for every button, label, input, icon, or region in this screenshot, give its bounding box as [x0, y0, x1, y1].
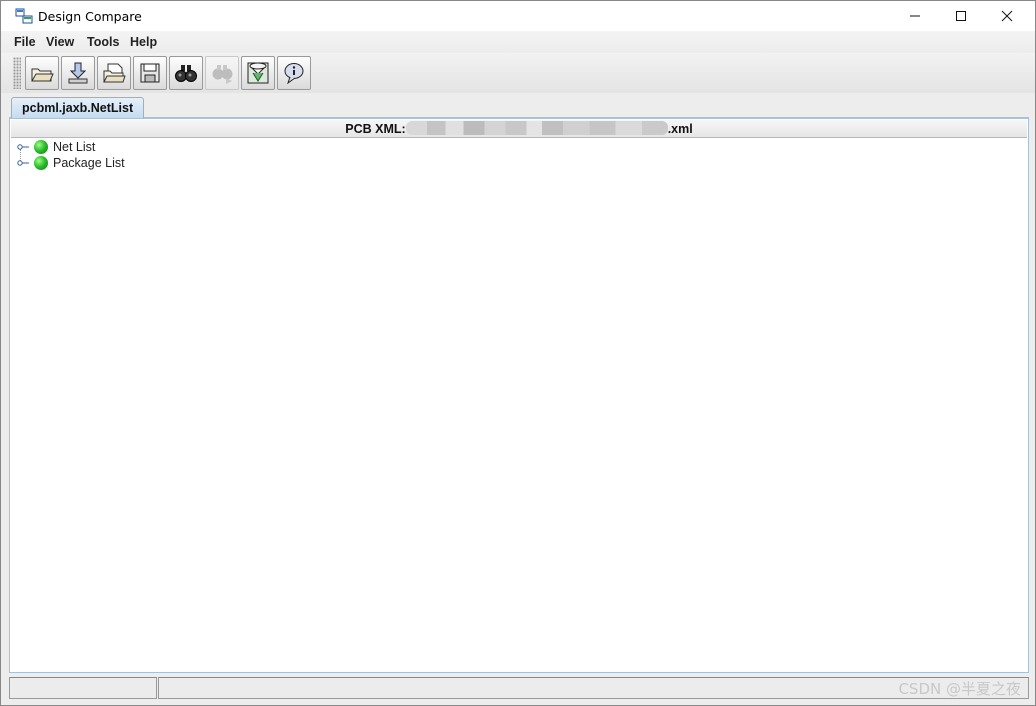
header-suffix: .xml: [667, 122, 693, 136]
compare-button[interactable]: [241, 56, 275, 90]
redacted-filename: [405, 121, 668, 135]
download-icon: [68, 62, 88, 84]
tree-item-label: Package List: [53, 156, 125, 170]
open-folder-button[interactable]: [25, 56, 59, 90]
find-next-icon: [212, 65, 233, 84]
minimize-button[interactable]: [892, 1, 938, 31]
menu-view[interactable]: View: [46, 35, 74, 49]
tree-panel: PCB XML: .xml Net List Package List: [9, 118, 1029, 673]
green-node-icon: [34, 156, 48, 170]
menu-tools[interactable]: Tools: [87, 35, 119, 49]
maximize-icon: [956, 11, 966, 21]
tree-item-net-list[interactable]: Net List: [16, 139, 616, 155]
app-icon: [15, 8, 33, 24]
app-window: Design Compare File View Tools Help pcbm…: [0, 0, 1036, 706]
green-node-icon: [34, 140, 48, 154]
close-icon: [1001, 10, 1013, 22]
find-button[interactable]: [169, 56, 203, 90]
watermark: CSDN @半夏之夜: [898, 680, 1021, 698]
minimize-icon: [910, 15, 920, 17]
window-title: Design Compare: [38, 9, 142, 24]
save-icon: [140, 63, 160, 83]
toolbar: [1, 53, 1035, 93]
tree-view: Net List Package List: [16, 139, 616, 171]
open-folder-icon: [31, 68, 54, 82]
toolbar-grip[interactable]: [13, 57, 21, 89]
tree-item-package-list[interactable]: Package List: [16, 155, 616, 171]
save-button[interactable]: [133, 56, 167, 90]
compare-icon: [247, 62, 269, 84]
expand-handle-icon[interactable]: [17, 143, 29, 151]
info-button[interactable]: [277, 56, 311, 90]
panel-header: PCB XML: .xml: [11, 120, 1027, 138]
status-cell-left: [9, 677, 157, 699]
tab-strip: pcbml.jaxb.NetList: [9, 96, 1029, 118]
tree-item-label: Net List: [53, 140, 96, 154]
menu-file[interactable]: File: [14, 35, 36, 49]
maximize-button[interactable]: [938, 1, 984, 31]
open-file-button[interactable]: [97, 56, 131, 90]
title-bar[interactable]: Design Compare: [1, 1, 1035, 31]
tab-netlist[interactable]: pcbml.jaxb.NetList: [11, 97, 145, 118]
close-button[interactable]: [984, 1, 1030, 31]
expand-handle-icon[interactable]: [17, 159, 29, 167]
menu-help[interactable]: Help: [130, 35, 157, 49]
status-bar: [9, 677, 1029, 699]
open-file-icon: [103, 63, 126, 83]
find-next-button[interactable]: [205, 56, 239, 90]
download-button[interactable]: [61, 56, 95, 90]
menu-bar: File View Tools Help: [1, 31, 1035, 53]
binoculars-icon: [175, 65, 197, 82]
info-bubble-icon: [284, 63, 304, 85]
header-prefix: PCB XML:: [345, 122, 406, 136]
